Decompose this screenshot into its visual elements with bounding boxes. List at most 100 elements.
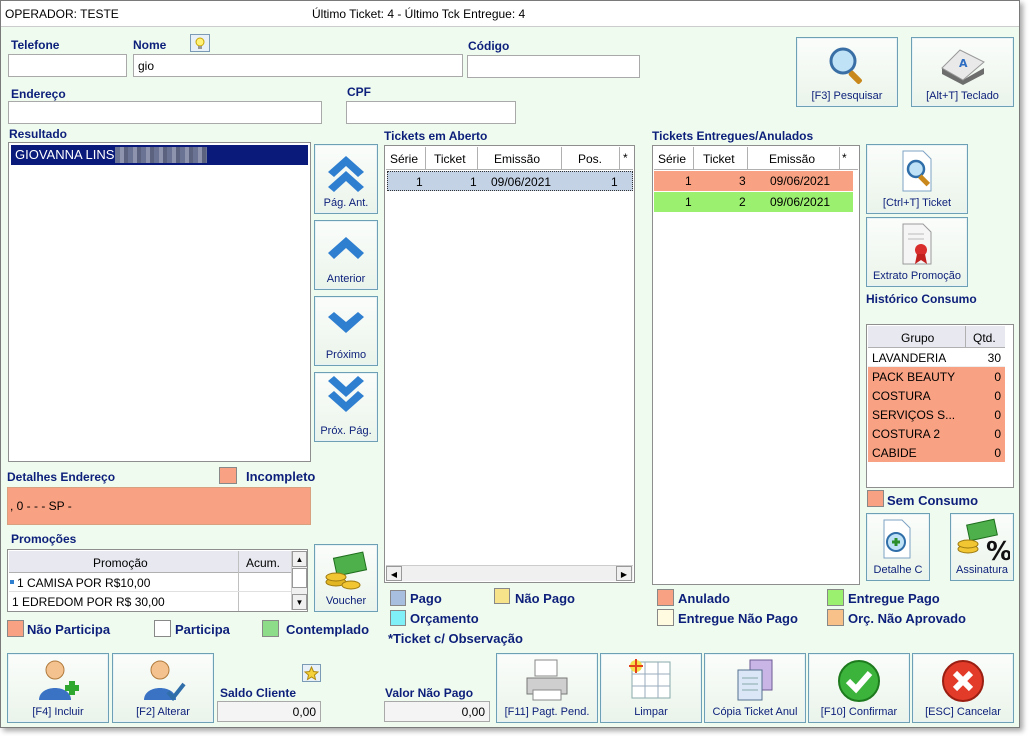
- endereco-label: Endereço: [11, 87, 66, 101]
- copia-ticket-button[interactable]: Cópia Ticket Anul: [704, 653, 806, 723]
- table-row[interactable]: 1 1 09/06/2021 1: [387, 171, 633, 191]
- list-item[interactable]: GIOVANNA LINS: [11, 145, 308, 165]
- codigo-label: Código: [468, 39, 510, 53]
- resultado-label: Resultado: [9, 127, 68, 141]
- tickets-entregues-table[interactable]: Série Ticket Emissão * 1 3 09/06/2021 1 …: [652, 145, 860, 585]
- table-row[interactable]: COSTURA 0: [868, 386, 1005, 405]
- limpar-button[interactable]: Limpar: [600, 653, 702, 723]
- assinatura-button[interactable]: % Assinatura: [950, 513, 1014, 581]
- user-edit-icon: [144, 660, 186, 702]
- ticket-info: Último Ticket: 4 - Último Tck Entregue: …: [312, 7, 526, 21]
- aberto-hscrollbar[interactable]: ◀ ▶: [386, 565, 633, 581]
- orcamento-swatch: [390, 610, 406, 626]
- chevron-up-icon: [328, 237, 364, 259]
- anterior-button[interactable]: Anterior: [314, 220, 378, 290]
- voucher-button[interactable]: Voucher: [314, 544, 378, 612]
- document-search-icon: [902, 150, 932, 192]
- saldo-info-button[interactable]: [302, 664, 321, 682]
- extrato-promocao-button[interactable]: Extrato Promoção: [866, 217, 968, 287]
- participa-swatch: [154, 620, 171, 637]
- endereco-input[interactable]: [8, 101, 322, 124]
- tickets-aberto-table[interactable]: Série Ticket Emissão Pos. * 1 1 09/06/20…: [384, 145, 635, 583]
- table-row[interactable]: 1 CAMISA POR R$10,00: [9, 573, 291, 592]
- detalhe-consumo-button[interactable]: Detalhe C: [866, 513, 930, 581]
- orc-nao-aprovado-label: Orç. Não Aprovado: [848, 611, 966, 626]
- contemplado-swatch: [262, 620, 279, 637]
- nome-input[interactable]: [133, 54, 463, 77]
- entregue-nao-pago-label: Entregue Não Pago: [678, 611, 798, 626]
- confirmar-button[interactable]: [F10] Confirmar: [808, 653, 910, 723]
- copy-document-icon: [737, 659, 773, 701]
- cpf-label: CPF: [347, 85, 371, 99]
- redacted-block: [115, 147, 207, 163]
- codigo-input[interactable]: [467, 55, 640, 78]
- incluir-button[interactable]: [F4] Incluir: [7, 653, 109, 723]
- table-row[interactable]: CABIDE 0: [868, 443, 1005, 462]
- telefone-input[interactable]: [8, 54, 127, 77]
- cancelar-button[interactable]: [ESC] Cancelar: [912, 653, 1014, 723]
- svg-text:A: A: [959, 57, 968, 70]
- anulado-swatch: [657, 589, 674, 606]
- ctrl-ticket-button[interactable]: [Ctrl+T] Ticket: [866, 144, 968, 214]
- main-window: OPERADOR: TESTE Último Ticket: 4 - Últim…: [0, 0, 1020, 728]
- saldo-value: [217, 701, 321, 722]
- proximo-button[interactable]: Próximo: [314, 296, 378, 366]
- historico-table[interactable]: Grupo Qtd. LAVANDERIA 30 PACK BEAUTY 0 C…: [866, 324, 1014, 488]
- observacao-note: *Ticket c/ Observação: [388, 631, 523, 646]
- table-row[interactable]: COSTURA 2 0: [868, 424, 1005, 443]
- promo-scrollbar[interactable]: ▲ ▼: [291, 551, 307, 610]
- nao-pago-swatch: [494, 588, 510, 604]
- saldo-label: Saldo Cliente: [220, 686, 297, 700]
- entregue-nao-pago-swatch: [657, 609, 674, 626]
- double-chevron-up-icon: [328, 156, 364, 192]
- table-row[interactable]: PACK BEAUTY 0: [868, 367, 1005, 386]
- tickets-aberto-label: Tickets em Aberto: [384, 129, 488, 143]
- table-row[interactable]: LAVANDERIA 30: [868, 348, 1005, 367]
- orc-nao-aprovado-swatch: [827, 609, 844, 626]
- double-chevron-down-icon: [328, 376, 364, 412]
- clear-grid-icon: [629, 659, 671, 699]
- nao-pago-label: Não Pago: [515, 591, 575, 606]
- table-row[interactable]: 1 3 09/06/2021: [654, 171, 853, 191]
- valor-nao-pago-value: [384, 701, 490, 722]
- money-icon: [325, 551, 368, 590]
- incompleto-swatch: [219, 467, 237, 484]
- checkmark-icon: [838, 660, 880, 702]
- pagt-pend-button[interactable]: [F11] Pagt. Pend.: [496, 653, 598, 723]
- teclado-button[interactable]: A [Alt+T] Teclado: [911, 37, 1014, 107]
- anulado-label: Anulado: [678, 591, 730, 606]
- resultado-list[interactable]: GIOVANNA LINS: [8, 142, 311, 462]
- pago-label: Pago: [410, 591, 442, 606]
- acum-header: Acum.: [246, 556, 281, 570]
- printer-icon: [526, 659, 568, 701]
- pag-ant-button[interactable]: Pág. Ant.: [314, 144, 378, 214]
- hint-button[interactable]: [190, 34, 210, 52]
- nao-participa-label: Não Participa: [27, 622, 111, 637]
- tickets-entregues-label: Tickets Entregues/Anulados: [652, 129, 814, 143]
- entregue-pago-label: Entregue Pago: [848, 591, 940, 606]
- participa-label: Participa: [175, 622, 230, 637]
- table-row[interactable]: 1 EDREDOM POR R$ 30,00: [9, 592, 291, 611]
- telefone-label: Telefone: [11, 38, 60, 52]
- svg-text:%: %: [986, 537, 1010, 562]
- promo-header: Promoção: [93, 556, 148, 570]
- incompleto-label: Incompleto: [246, 469, 316, 484]
- cancel-icon: [942, 660, 984, 702]
- table-row[interactable]: 1 2 09/06/2021: [654, 192, 853, 212]
- sem-consumo-label: Sem Consumo: [887, 493, 979, 508]
- prox-pag-button[interactable]: Próx. Pág.: [314, 372, 378, 442]
- cpf-input[interactable]: [346, 101, 516, 124]
- promocoes-table[interactable]: Promoção Acum. 1 CAMISA POR R$10,00 1 ED…: [7, 549, 308, 612]
- sem-consumo-swatch: [867, 490, 884, 507]
- alterar-button[interactable]: [F2] Alterar: [112, 653, 214, 723]
- valor-nao-pago-label: Valor Não Pago: [385, 686, 474, 700]
- certificate-icon: [902, 223, 932, 265]
- table-row[interactable]: SERVIÇOS S... 0: [868, 405, 1005, 424]
- lightbulb-icon: [195, 37, 205, 49]
- entregue-pago-swatch: [827, 589, 844, 606]
- pesquisar-button[interactable]: [F3] Pesquisar: [796, 37, 898, 107]
- user-add-icon: [39, 660, 79, 700]
- pago-swatch: [390, 590, 406, 606]
- star-icon: [303, 665, 320, 681]
- contemplado-label: Contemplado: [286, 622, 370, 637]
